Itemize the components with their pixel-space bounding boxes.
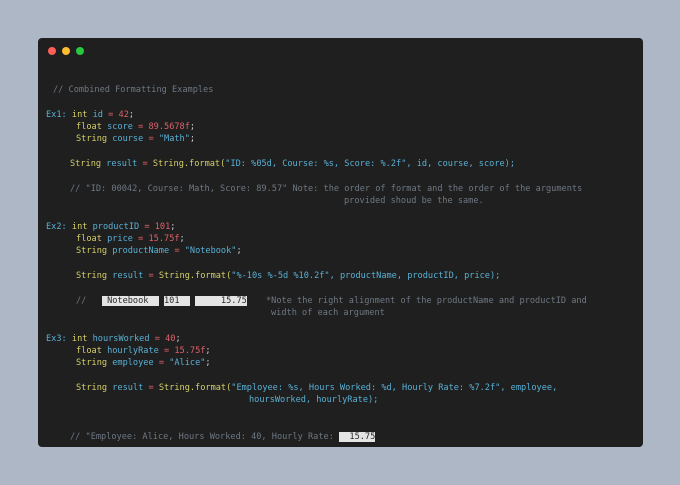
ex3-type: int (71, 334, 88, 344)
ex3-value: 15.75f (174, 346, 206, 356)
ex3-value: "Alice" (169, 358, 206, 368)
result-type: String (76, 271, 108, 281)
result-type: String (70, 159, 102, 169)
format-string: "Employee: %s, Hours Worked: %d, Hourly … (231, 383, 501, 393)
ex1-label: Ex1: (46, 110, 67, 120)
output-price-field: 15.75 (195, 296, 247, 306)
ex3-type: String (76, 358, 108, 368)
result-var: result (106, 159, 138, 169)
ex1-value: 89.5678f (148, 122, 190, 132)
ex3-label: Ex3: (46, 334, 67, 344)
result-var: result (112, 383, 144, 393)
output-name-field: Notebook (101, 296, 159, 306)
ex3-var: employee (112, 358, 154, 368)
ex2-var: price (107, 234, 133, 244)
ex1-line-3: String course = "Math"; (76, 134, 196, 144)
ex1-var: score (107, 122, 133, 132)
ex2-value: 101 (154, 222, 171, 232)
ex2-line-2: float price = 15.75f; (76, 234, 185, 244)
format-args: , productName, productID, price); (329, 271, 501, 281)
ex1-value: 42 (118, 110, 129, 120)
ex2-output-line: // Notebook 101 15.75 (76, 295, 247, 307)
ex1-value: "Math" (158, 134, 190, 144)
ex1-output-comment: // "ID: 00042, Course: Math, Score: 89.5… (70, 184, 583, 194)
ex2-label: Ex2: (46, 222, 67, 232)
ex2-type: float (76, 234, 102, 244)
ex2-type: int (71, 222, 88, 232)
ex2-value: "Notebook" (184, 246, 237, 256)
result-var: result (112, 271, 144, 281)
ex1-line-1: Ex1: int id = 42; (46, 110, 135, 120)
format-args: , employee, (500, 383, 558, 393)
ex2-line-3: String productName = "Notebook"; (76, 246, 242, 256)
format-string: "%-10s %-5d %10.2f" (231, 271, 330, 281)
ex3-line-3: String employee = "Alice"; (76, 358, 211, 368)
ex1-type: String (76, 134, 108, 144)
format-args: , id, course, score); (406, 159, 516, 169)
ex2-var: productID (92, 222, 140, 232)
ex1-type: int (71, 110, 88, 120)
format-call: String.format( (158, 271, 232, 281)
ex2-type: String (76, 246, 108, 256)
ex3-type: float (76, 346, 102, 356)
ex2-line-1: Ex2: int productID = 101; (46, 222, 176, 232)
ex3-line-2: float hourlyRate = 15.75f; (76, 346, 211, 356)
output-id-field: 101 (164, 296, 190, 306)
format-call: String.format( (158, 383, 232, 393)
result-type: String (76, 383, 108, 393)
format-call: String.format( (152, 159, 226, 169)
ex2-var: productName (112, 246, 170, 256)
ex3-value: 40 (165, 334, 176, 344)
ex3-result-line: String result = String.format("Employee:… (76, 383, 558, 393)
ex2-note-line-2: width of each argument (271, 308, 385, 318)
ex3-output-line: // "Employee: Alice, Hours Worked: 40, H… (70, 431, 376, 443)
ex1-var: course (112, 134, 144, 144)
comment-prefix: // (76, 296, 87, 306)
code-block: // Combined Formatting Examples Ex1: int… (38, 38, 643, 447)
ex2-note-line-1: *Note the right alignment of the product… (266, 296, 587, 306)
ex1-line-2: float score = 89.5678f; (76, 122, 196, 132)
ex1-output-comment-2: provided shoud be the same. (344, 196, 484, 206)
ex3-result-line-2: hoursWorked, hourlyRate); (249, 395, 379, 405)
ex3-line-1: Ex3: int hoursWorked = 40; (46, 334, 181, 344)
ex2-value: 15.75f (148, 234, 180, 244)
ex2-result-line: String result = String.format("%-10s %-5… (76, 271, 501, 281)
ex1-var: id (92, 110, 103, 120)
ex1-type: float (76, 122, 102, 132)
ex3-var: hourlyRate (107, 346, 159, 356)
ex3-var: hoursWorked (92, 334, 150, 344)
format-string: "ID: %05d, Course: %s, Score: %.2f" (225, 159, 407, 169)
code-window: // Combined Formatting Examples Ex1: int… (38, 38, 643, 447)
header-comment: // Combined Formatting Examples (53, 85, 214, 95)
ex3-output-comment: // "Employee: Alice, Hours Worked: 40, H… (70, 432, 334, 442)
output-rate-field: 15.75 (339, 432, 376, 442)
ex1-result-line: String result = String.format("ID: %05d,… (70, 159, 516, 169)
